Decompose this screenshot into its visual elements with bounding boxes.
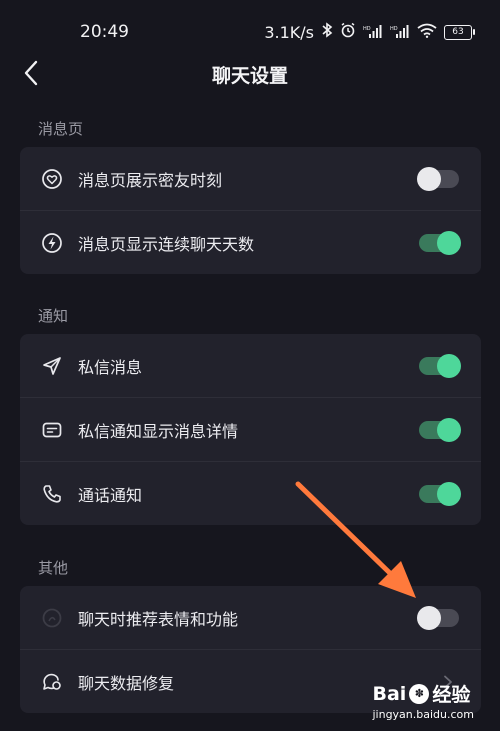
network-speed: 3.1K/s xyxy=(264,22,314,42)
setting-label: 聊天数据修复 xyxy=(78,673,175,693)
setting-label: 消息页展示密友时刻 xyxy=(78,170,223,190)
setting-label: 聊天时推荐表情和功能 xyxy=(78,609,239,629)
phone-icon xyxy=(40,482,64,506)
toggle-knob xyxy=(437,481,461,506)
bluetooth-icon xyxy=(321,22,333,42)
toggle-knob xyxy=(417,605,441,630)
alarm-icon xyxy=(340,22,356,42)
message-details-toggle[interactable] xyxy=(417,417,461,443)
setting-row-message-details[interactable]: 私信通知显示消息详情 xyxy=(20,397,481,461)
watermark-logo: Bai ✽ 经验 xyxy=(372,680,474,707)
watermark-url: jingyan.baidu.com xyxy=(372,708,474,721)
message-page-settings-card: 消息页展示密友时刻 消息页显示连续聊天天数 xyxy=(20,147,481,274)
setting-label: 消息页显示连续聊天天数 xyxy=(78,234,255,254)
send-icon xyxy=(40,354,64,378)
wifi-icon xyxy=(417,23,437,42)
setting-row-recommend-stickers[interactable]: 聊天时推荐表情和功能 xyxy=(20,586,481,649)
section-label-other: 其他 xyxy=(38,559,69,577)
status-indicators: 3.1K/s HD HD 63 xyxy=(264,22,475,42)
close-friend-moments-toggle[interactable] xyxy=(417,166,461,192)
section-label-message-page: 消息页 xyxy=(38,120,84,138)
navigation-header: 聊天设置 xyxy=(0,50,500,100)
call-notifications-toggle[interactable] xyxy=(417,481,461,507)
setting-label: 通话通知 xyxy=(78,485,143,505)
page-title: 聊天设置 xyxy=(211,65,288,87)
lightning-circle-icon xyxy=(40,231,64,255)
notification-settings-card: 私信消息 私信通知显示消息详情 通话通知 xyxy=(20,334,481,525)
baidu-jingyan-watermark: Bai ✽ 经验 jingyan.baidu.com xyxy=(372,680,474,722)
svg-text:HD: HD xyxy=(390,26,398,32)
setting-label: 私信消息 xyxy=(78,357,143,377)
message-card-icon xyxy=(40,418,64,442)
setting-row-chat-streak-days[interactable]: 消息页显示连续聊天天数 xyxy=(20,210,481,274)
setting-label: 私信通知显示消息详情 xyxy=(78,421,239,441)
setting-row-direct-messages[interactable]: 私信消息 xyxy=(20,334,481,397)
toggle-knob xyxy=(417,166,441,191)
section-label-notifications: 通知 xyxy=(38,307,69,325)
sticker-icon xyxy=(40,606,64,630)
svg-text:HD: HD xyxy=(363,26,371,32)
toggle-knob xyxy=(437,417,461,442)
recommend-stickers-toggle[interactable] xyxy=(417,605,461,631)
signal-hd-icon: HD xyxy=(390,23,410,42)
signal-hd-icon: HD xyxy=(363,23,383,42)
setting-row-call-notifications[interactable]: 通话通知 xyxy=(20,461,481,525)
toggle-knob xyxy=(437,230,461,255)
setting-row-close-friend-moments[interactable]: 消息页展示密友时刻 xyxy=(20,147,481,210)
battery-icon: 63 xyxy=(444,24,475,40)
paw-icon: ✽ xyxy=(409,683,430,704)
status-time: 20:49 xyxy=(80,22,129,42)
direct-messages-toggle[interactable] xyxy=(417,353,461,379)
toggle-knob xyxy=(437,353,461,378)
watermark-logo-right: 经验 xyxy=(432,684,471,706)
chat-repair-icon xyxy=(40,670,64,694)
chat-streak-days-toggle[interactable] xyxy=(417,230,461,256)
heart-circle-icon xyxy=(40,167,64,191)
watermark-logo-left: Bai xyxy=(372,682,407,705)
